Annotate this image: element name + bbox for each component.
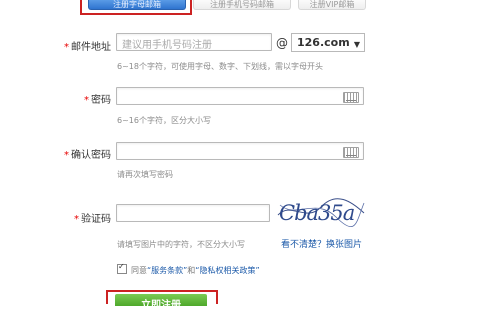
captcha-graphic: Cba35a [277, 198, 365, 228]
email-label-text: 邮件地址 [71, 42, 111, 53]
confirm-password-hint: 请再次填写密码 [117, 170, 173, 179]
password-label: * 密码 [21, 91, 111, 106]
captcha-image[interactable]: Cba35a [276, 193, 366, 228]
confirm-password-label: * 确认密码 [21, 146, 111, 161]
captcha-refresh-link[interactable]: 看不清楚？换张图片 [281, 237, 362, 250]
captcha-label-text: 验证码 [81, 214, 111, 225]
register-button-highlight [106, 290, 218, 304]
confirm-password-label-text: 确认密码 [71, 150, 111, 161]
password-input[interactable] [116, 87, 364, 105]
email-label: * 邮件地址 [21, 38, 111, 53]
domain-value: 126.com [297, 36, 350, 49]
required-mark: * [64, 150, 69, 161]
privacy-link[interactable]: “隐私权相关政策” [195, 266, 259, 275]
keyboard-icon[interactable] [343, 147, 359, 158]
active-tab-highlight [80, 0, 192, 15]
required-mark: * [64, 42, 69, 53]
terms-link[interactable]: “服务条款” [147, 266, 187, 275]
confirm-password-input[interactable] [116, 142, 364, 160]
password-label-text: 密码 [91, 95, 111, 106]
registration-tabs: 注册字母邮箱 注册手机号码邮箱 注册VIP邮箱 [0, 0, 480, 15]
agree-checkbox[interactable] [117, 262, 127, 274]
required-mark: * [74, 214, 79, 225]
at-sign: @ [276, 36, 288, 50]
chevron-down-icon: ▼ [353, 40, 360, 49]
keyboard-icon[interactable] [343, 92, 359, 103]
email-input[interactable]: 建议用手机号码注册 [116, 33, 272, 51]
captcha-text: Cba35a [279, 201, 355, 225]
agree-prefix: 同意 [131, 266, 147, 275]
captcha-input[interactable] [116, 204, 270, 222]
required-mark: * [84, 95, 89, 106]
captcha-hint: 请填写图片中的字符，不区分大小写 [117, 240, 245, 249]
email-hint: 6~18个字符，可使用字母、数字、下划线，需以字母开头 [117, 62, 323, 71]
tab-vip-email[interactable]: 注册VIP邮箱 [298, 0, 366, 10]
password-hint: 6~16个字符，区分大小写 [117, 116, 211, 125]
domain-select[interactable]: 126.com ▼ [291, 33, 365, 52]
agreement-row: 同意“服务条款”和“隐私权相关政策” [117, 262, 260, 276]
email-placeholder: 建议用手机号码注册 [122, 40, 212, 51]
captcha-label: * 验证码 [21, 210, 111, 225]
tab-mobile-email[interactable]: 注册手机号码邮箱 [193, 0, 291, 10]
